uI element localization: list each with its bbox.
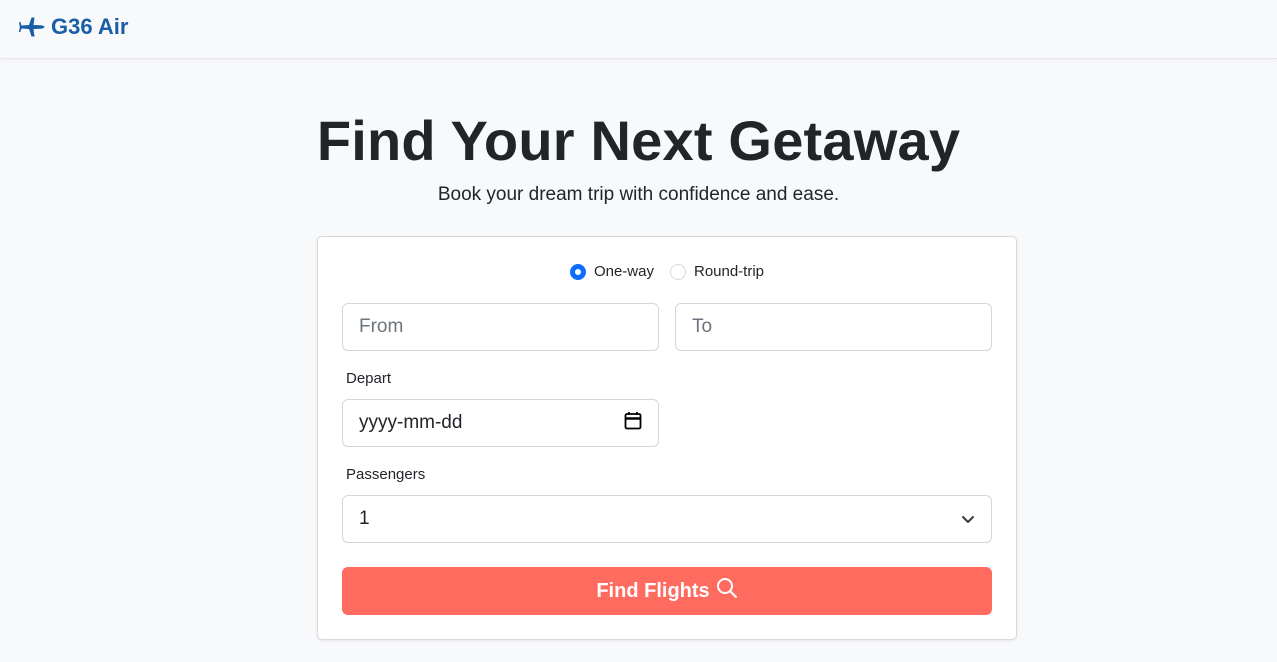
calendar-icon[interactable] [624, 411, 642, 436]
round-trip-label: Round-trip [693, 263, 765, 280]
search-icon [716, 577, 738, 605]
one-way-radio[interactable] [569, 263, 586, 280]
to-input[interactable] [692, 304, 975, 350]
one-way-label: One-way [593, 263, 654, 280]
depart-label: Depart [346, 370, 392, 387]
round-trip-radio[interactable] [669, 263, 686, 280]
find-flights-label: Find Flights [596, 579, 710, 602]
flight-search-card: One-way Round-trip Depart yyyy-mm-dd Pas… [317, 236, 1017, 640]
top-navbar: G36 Air [0, 0, 1277, 59]
page-subtitle: Book your dream trip with confidence and… [437, 184, 840, 205]
depart-date-value: yyyy-mm-dd [359, 412, 463, 433]
to-field-wrapper [675, 303, 992, 351]
depart-date-input[interactable]: yyyy-mm-dd [342, 399, 659, 447]
trip-type-group: One-way Round-trip [318, 263, 1016, 280]
brand-name: G36 Air [51, 14, 129, 39]
airplane-icon [18, 14, 45, 40]
find-flights-button[interactable]: Find Flights [342, 567, 992, 615]
from-input[interactable] [359, 304, 642, 350]
chevron-down-icon [961, 508, 975, 530]
from-field-wrapper [342, 303, 659, 351]
passengers-label: Passengers [346, 466, 426, 483]
brand-link[interactable]: G36 Air [18, 14, 128, 40]
page-title: Find Your Next Getaway [316, 109, 961, 172]
trip-type-one-way[interactable]: One-way [569, 263, 654, 280]
trip-type-round-trip[interactable]: Round-trip [669, 263, 765, 280]
passengers-select[interactable]: 1 [342, 495, 992, 543]
passengers-value: 1 [359, 508, 370, 529]
